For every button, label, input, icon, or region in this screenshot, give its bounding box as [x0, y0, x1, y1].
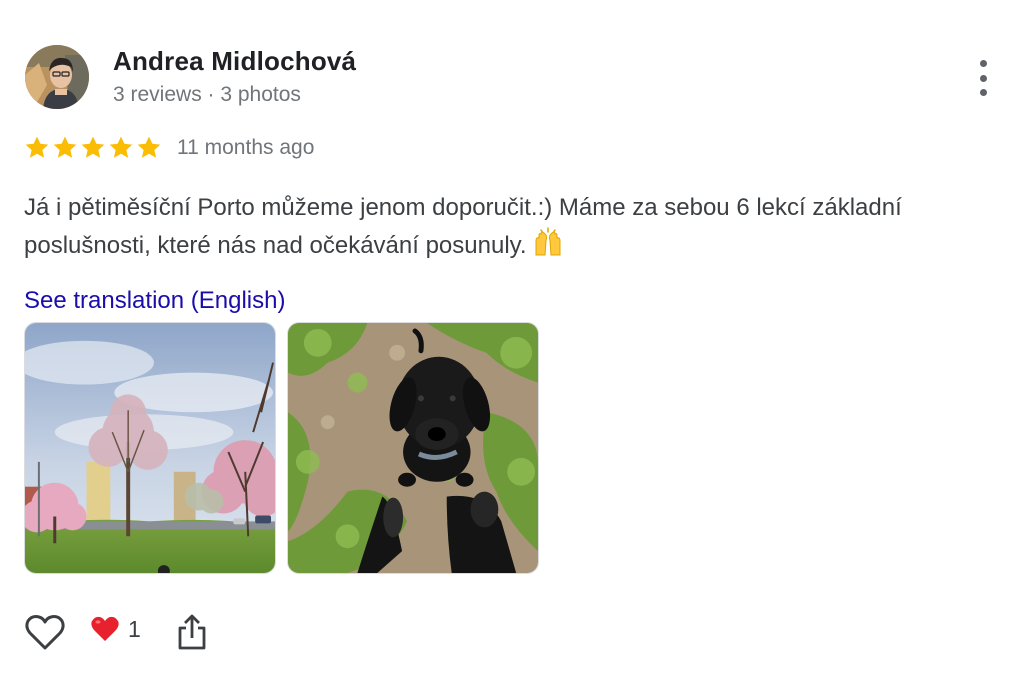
author-avatar[interactable]	[25, 45, 89, 109]
share-button[interactable]	[176, 612, 208, 652]
reaction-summary[interactable]: 1	[90, 615, 141, 643]
star-icon	[53, 136, 77, 158]
review-text: Já i pětiměsíční Porto můžeme jenom dopo…	[24, 194, 902, 259]
star-icon	[25, 136, 49, 158]
review-body: Já i pětiměsíční Porto můžeme jenom dopo…	[24, 189, 984, 269]
more-options-button[interactable]	[966, 58, 1000, 98]
author-name[interactable]: Andrea Midlochová	[113, 46, 356, 77]
dot-icon	[979, 89, 987, 96]
star-icon	[137, 136, 161, 158]
star-icon	[109, 136, 133, 158]
heart-outline-icon	[25, 615, 65, 650]
author-stats: 3 reviews · 3 photos	[113, 83, 301, 106]
review-photo-puppy[interactable]	[287, 322, 539, 574]
share-icon	[178, 614, 206, 650]
dot-icon	[979, 74, 987, 82]
review-photo-park[interactable]	[24, 322, 276, 574]
star-icon	[81, 136, 105, 158]
red-heart-icon	[91, 616, 119, 641]
dot-icon	[979, 60, 987, 67]
see-translation-link[interactable]: See translation (English)	[24, 287, 285, 315]
reaction-count: 1	[128, 615, 141, 642]
raising-hands-emoji-icon	[533, 227, 563, 269]
review-date: 11 months ago	[177, 136, 315, 159]
review-card: Andrea Midlochová 3 reviews · 3 photos 1…	[0, 0, 1036, 692]
star-rating	[23, 134, 163, 162]
like-button[interactable]	[24, 612, 66, 652]
